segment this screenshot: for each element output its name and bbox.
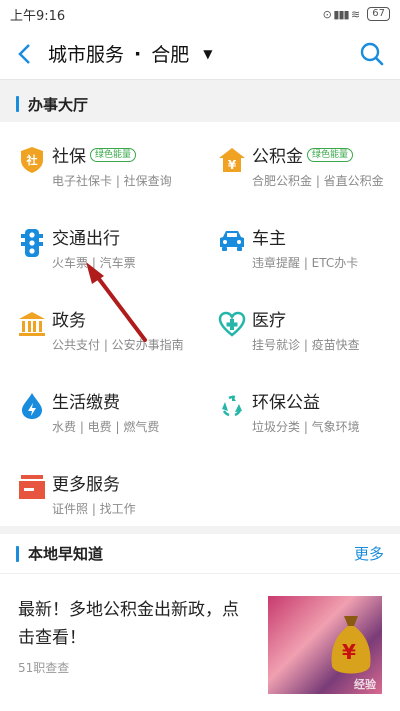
service-name: 政务 (52, 311, 86, 331)
yuan-house-icon: ¥ (214, 122, 250, 197)
status-time: 上午9:16 (10, 8, 66, 24)
notification-icons: ⊙ ▮▮▮ ≋ (322, 7, 361, 21)
page-title[interactable]: 城市服务 · 合肥 ▼ (48, 40, 212, 67)
service-item-traffic[interactable]: 交通出行 火车票 | 汽车票 (0, 204, 195, 279)
header: 城市服务 · 合肥 ▼ (0, 28, 400, 80)
svg-text:¥: ¥ (228, 158, 237, 172)
service-item-more[interactable]: 更多服务 证件照 | 找工作 (0, 450, 195, 525)
service-item-government[interactable]: 政务 公共支付 | 公安办事指南 (0, 286, 195, 361)
chevron-down-icon[interactable]: ▼ (203, 47, 212, 61)
watermark: 经验 (354, 678, 376, 691)
news-thumbnail: ¥ 经验 (268, 596, 382, 694)
service-name: 公积金 (252, 147, 303, 167)
news-section-header: 本地早知道 更多 (0, 534, 400, 574)
service-item-utilities[interactable]: 生活缴费 水费 | 电费 | 燃气费 (0, 368, 195, 443)
shield-icon: 社 (14, 122, 50, 197)
service-sub: 电子社保卡 | 社保查询 (52, 174, 172, 188)
svg-text:社: 社 (26, 153, 38, 167)
service-name: 生活缴费 (52, 393, 120, 413)
service-sub: 挂号就诊 | 疫苗快查 (252, 338, 360, 352)
news-item[interactable]: 最新！多地公积金出新政，点击查看！ 51职查查 ¥ 经验 (0, 574, 400, 711)
search-icon[interactable] (358, 40, 386, 68)
city-selector[interactable]: 合肥 (151, 40, 189, 67)
more-box-icon (14, 450, 50, 525)
service-name: 医疗 (252, 311, 286, 331)
service-sub: 火车票 | 汽车票 (52, 256, 136, 270)
green-energy-badge: 绿色能量 (307, 147, 354, 162)
service-item-medical[interactable]: 医疗 挂号就诊 | 疫苗快查 (200, 286, 395, 361)
news-section-title: 本地早知道 (28, 545, 104, 563)
title-text: 城市服务 (48, 44, 125, 66)
medical-icon (214, 286, 250, 361)
service-sub: 证件照 | 找工作 (52, 502, 136, 516)
status-bar: 上午9:16 ⊙ ▮▮▮ ≋ 67 (0, 0, 400, 28)
service-name: 社保 (52, 147, 86, 167)
service-sub: 合肥公积金 | 省直公积金 (252, 174, 384, 188)
service-name: 更多服务 (52, 475, 120, 495)
section-marker (16, 96, 19, 112)
service-section-title-text: 办事大厅 (28, 95, 89, 114)
government-icon (14, 286, 50, 361)
service-grid: 社 社保 绿色能量 电子社保卡 | 社保查询 ¥ 公积金 绿色能量 合肥公积金 | … (0, 122, 400, 526)
service-sub: 垃圾分类 | 气象环境 (252, 420, 360, 434)
water-drop-icon (14, 368, 50, 443)
news-title: 最新！多地公积金出新政，点击查看！ (18, 600, 239, 648)
battery-icon: 67 (367, 7, 390, 21)
service-item-gongjijin[interactable]: ¥ 公积金 绿色能量 合肥公积金 | 省直公积金 (200, 122, 395, 197)
recycle-icon (214, 368, 250, 443)
service-section-title: 办事大厅 (0, 86, 400, 122)
money-bag-label: ¥ (342, 640, 356, 664)
service-sub: 违章提醒 | ETC办卡 (252, 256, 359, 270)
car-icon (214, 204, 250, 279)
service-name: 车主 (252, 229, 286, 249)
traffic-light-icon (14, 204, 50, 279)
service-name: 环保公益 (252, 393, 320, 413)
service-name: 交通出行 (52, 229, 120, 249)
service-item-environment[interactable]: 环保公益 垃圾分类 | 气象环境 (200, 368, 395, 443)
service-sub: 公共支付 | 公安办事指南 (52, 338, 184, 352)
news-source: 51职查查 (18, 661, 70, 675)
green-energy-badge: 绿色能量 (90, 147, 137, 162)
more-link[interactable]: 更多 (354, 543, 384, 564)
back-icon[interactable] (0, 28, 48, 80)
section-marker (16, 545, 19, 562)
service-item-car-owner[interactable]: 车主 违章提醒 | ETC办卡 (200, 204, 395, 279)
service-item-shebao[interactable]: 社 社保 绿色能量 电子社保卡 | 社保查询 (0, 122, 195, 197)
title-separator: · (134, 42, 142, 65)
service-sub: 水费 | 电费 | 燃气费 (52, 420, 160, 434)
